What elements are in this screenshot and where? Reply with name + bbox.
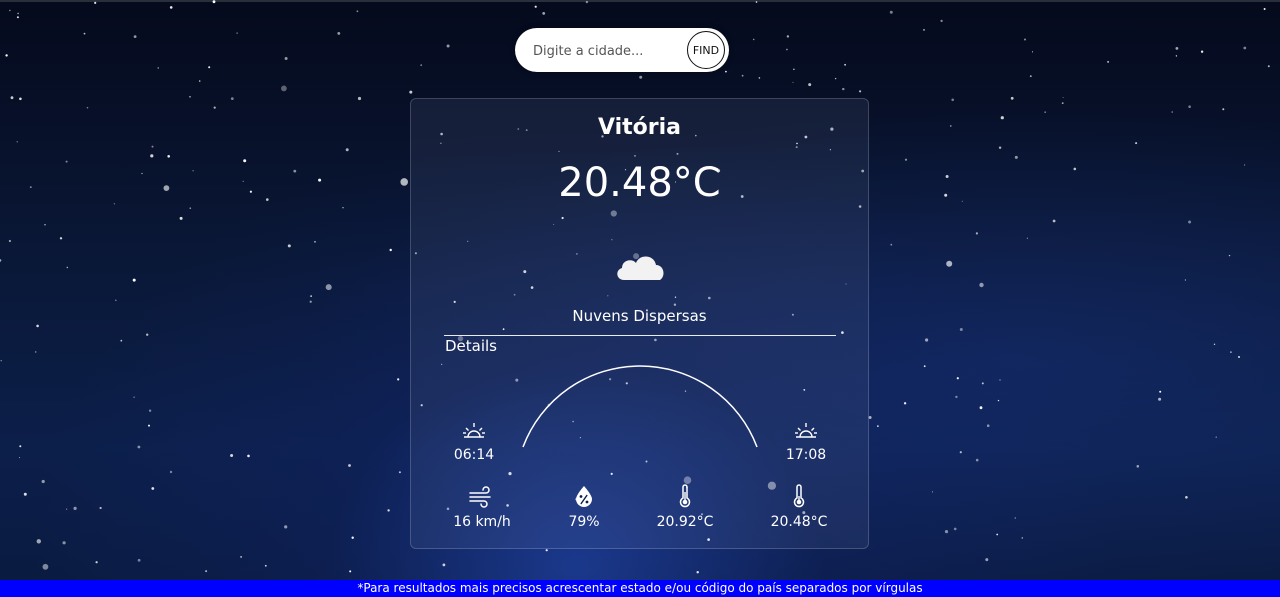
city-name: Vitória <box>597 115 682 140</box>
thermometer-max-icon <box>679 484 691 508</box>
temp-min-value: 20.48°C <box>770 514 828 530</box>
humidity-icon <box>576 486 592 507</box>
wind-speed: 16 km/h <box>453 514 511 530</box>
find-button[interactable]: FIND <box>687 31 725 69</box>
sunset-icon <box>795 423 817 438</box>
footer-note: *Para resultados mais precisos acrescent… <box>0 580 1280 597</box>
temp-max-value: 20.92°C <box>656 514 714 530</box>
sunset-time: 17:08 <box>785 447 827 463</box>
humidity-value: 79% <box>568 514 600 530</box>
thermometer-min-icon <box>793 484 805 508</box>
divider <box>444 335 836 336</box>
sunrise-time: 06:14 <box>453 447 495 463</box>
city-search-input[interactable] <box>531 38 685 64</box>
sun-path-arc <box>522 365 758 448</box>
details-heading: Details <box>445 337 498 355</box>
weather-description: Nuvens Dispersas <box>572 307 707 325</box>
wind-icon <box>469 486 491 508</box>
sunrise-icon <box>463 423 485 438</box>
cloud-icon <box>617 256 664 280</box>
current-temperature: 20.48°C <box>558 160 721 206</box>
